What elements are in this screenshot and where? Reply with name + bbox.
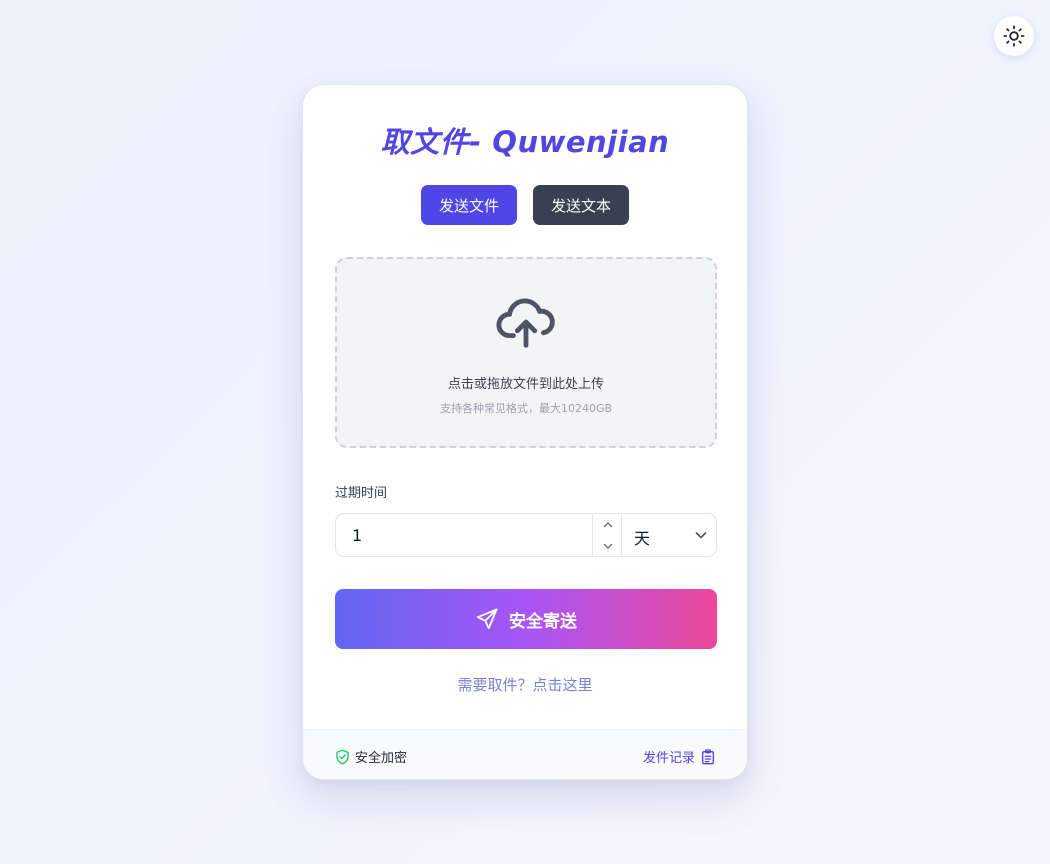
- shield-check-icon: [336, 749, 349, 764]
- send-card: 取文件- Quwenjian 发送文件 发送文本 点击或拖放文件到此处上传 支持…: [302, 84, 748, 780]
- pickup-link[interactable]: 需要取件？点击这里: [303, 674, 747, 695]
- page-title: 取文件- Quwenjian: [380, 125, 670, 159]
- mode-tabs: 发送文件 发送文本: [303, 185, 747, 225]
- chevron-down-icon: [695, 532, 707, 539]
- expiry-unit-select[interactable]: 天: [621, 514, 716, 556]
- dropzone-main-text: 点击或拖放文件到此处上传: [447, 377, 604, 392]
- send-button-label: 安全寄送: [509, 611, 577, 632]
- paper-plane-icon: [476, 608, 498, 630]
- stepper-up-button[interactable]: [593, 514, 622, 535]
- send-history-link[interactable]: 发件记录: [643, 747, 715, 766]
- expiry-unit-value: 天: [634, 529, 651, 548]
- stepper-down-button[interactable]: [593, 535, 622, 556]
- tab-send-text[interactable]: 发送文本: [533, 185, 629, 225]
- card-footer: 安全加密 发件记录: [303, 729, 747, 779]
- theme-toggle-button[interactable]: [994, 16, 1034, 56]
- tab-send-file[interactable]: 发送文件: [421, 185, 517, 225]
- cloud-upload-icon: [496, 298, 555, 348]
- sun-icon: [1003, 25, 1025, 47]
- expiry-stepper: [592, 514, 621, 556]
- secure-send-button[interactable]: 安全寄送: [335, 589, 717, 649]
- file-dropzone[interactable]: 点击或拖放文件到此处上传 支持各种常见格式，最大10240GB: [335, 257, 717, 448]
- expiry-label: 过期时间: [335, 486, 388, 501]
- chevron-down-icon: [603, 543, 612, 549]
- secure-label: 安全加密: [355, 751, 408, 766]
- dropzone-hint-text: 支持各种常见格式，最大10240GB: [439, 402, 613, 415]
- history-label: 发件记录: [642, 751, 695, 766]
- secure-badge: 安全加密: [335, 747, 407, 766]
- expiry-control: 天: [335, 513, 717, 557]
- chevron-up-icon: [603, 521, 612, 527]
- expiry-number-input[interactable]: [336, 514, 592, 556]
- clipboard-icon: [702, 748, 714, 764]
